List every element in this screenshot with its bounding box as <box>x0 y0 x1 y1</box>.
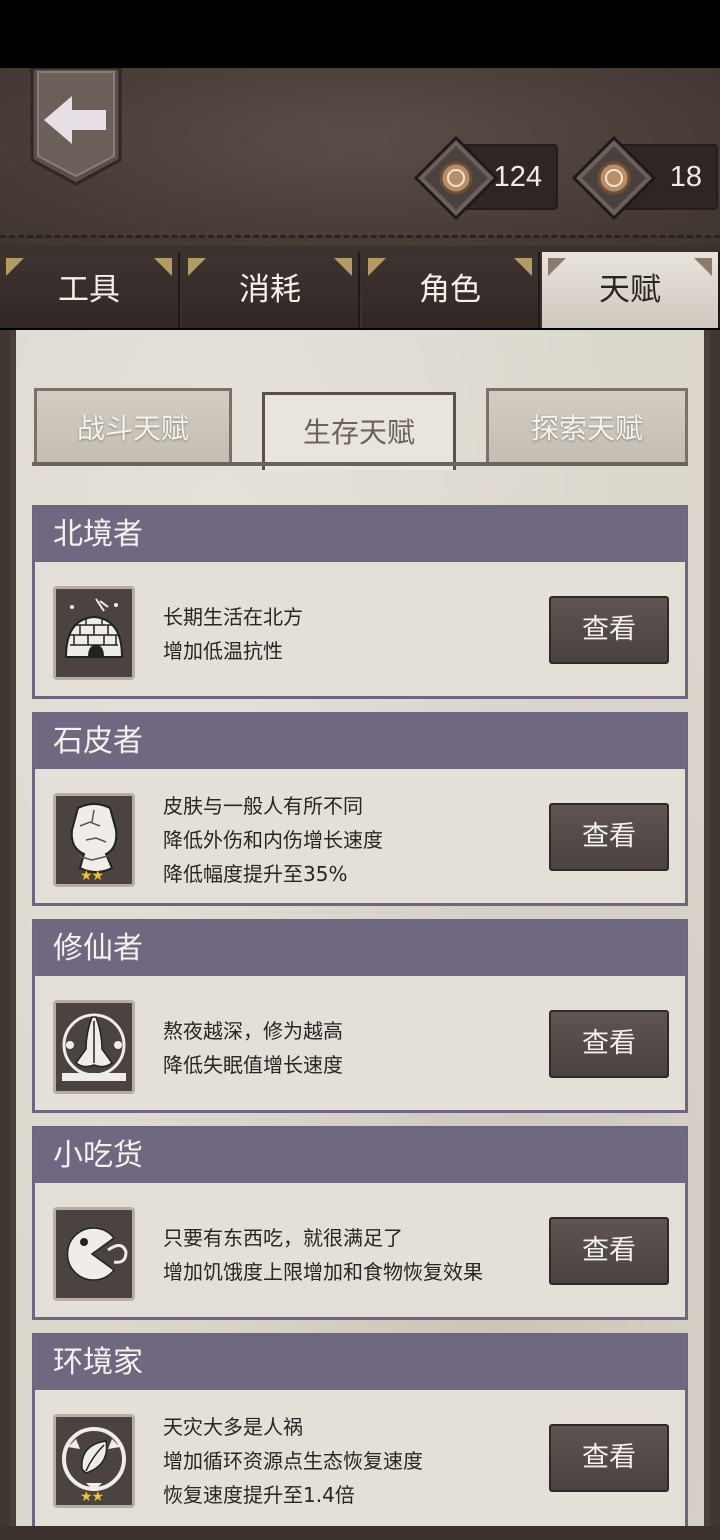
description-line: 降低外伤和内伤增长速度 <box>163 828 383 852</box>
view-button[interactable]: 查看 <box>549 803 669 871</box>
currency-counter: 18 <box>572 136 718 220</box>
talent-name: 北境者 <box>35 508 685 562</box>
subtab-exploration-talents[interactable]: 探索天赋 <box>486 388 688 464</box>
back-button[interactable] <box>30 66 122 186</box>
currency-value: 18 <box>669 161 702 193</box>
frame-right-edge <box>710 330 720 1540</box>
subtab-label: 战斗天赋 <box>76 412 189 445</box>
corner-ornament-icon <box>694 258 712 276</box>
tab-label: 天赋 <box>599 272 661 308</box>
subtab-divider <box>32 462 688 466</box>
talent-card: 小吃货 只要有东西吃，就很满足了 增加饥饿度上限增加和食物恢复效果 查看 <box>32 1126 688 1320</box>
view-button[interactable]: 查看 <box>549 1010 669 1078</box>
subtab-label: 生存天赋 <box>302 416 415 449</box>
tab-label: 角色 <box>419 272 481 308</box>
corner-ornament-icon <box>548 258 566 276</box>
tab-label: 工具 <box>58 272 120 308</box>
star-rating: ★★ <box>80 1489 104 1505</box>
description-line: 增加循环资源点生态恢复速度 <box>163 1449 423 1473</box>
talent-description: 天灾大多是人祸 增加循环资源点生态恢复速度 恢复速度提升至1.4倍 <box>163 1410 423 1512</box>
talent-card: 北境者 长期生活在北方 增加低温抗性 查看 <box>32 505 688 699</box>
talent-name: 环境家 <box>35 1336 685 1390</box>
coin-icon <box>572 136 656 220</box>
description-line: 降低失眠值增长速度 <box>163 1053 343 1077</box>
corner-ornament-icon <box>6 258 24 276</box>
tab-consumables[interactable]: 消耗 <box>182 252 360 328</box>
description-line: 长期生活在北方 <box>163 605 303 629</box>
rock-skin-icon: ★★ <box>53 793 135 887</box>
recycle-leaf-icon: ★★ <box>53 1414 135 1508</box>
corner-ornament-icon <box>514 258 532 276</box>
tab-talents[interactable]: 天赋 <box>542 252 720 328</box>
tab-label: 消耗 <box>239 272 301 308</box>
praying-hands-icon <box>53 1000 135 1094</box>
subtab-survival-talents[interactable]: 生存天赋 <box>262 392 456 470</box>
currency-value: 124 <box>493 161 542 193</box>
description-line: 皮肤与一般人有所不同 <box>163 794 363 818</box>
talent-description: 熬夜越深，修为越高 降低失眠值增长速度 <box>163 1014 343 1082</box>
frame-left-edge <box>0 330 10 1540</box>
description-line: 熬夜越深，修为越高 <box>163 1019 343 1043</box>
description-line: 增加低温抗性 <box>163 639 283 663</box>
talent-card: 石皮者 ★★ 皮肤与一般人有所不同 降低外伤和内伤增长速度 降低幅度提升至35%… <box>32 712 688 906</box>
corner-ornament-icon <box>334 258 352 276</box>
star-rating: ★★ <box>80 868 104 884</box>
bottom-frame <box>0 1526 720 1540</box>
subtab-label: 探索天赋 <box>530 412 643 445</box>
subtab-combat-talents[interactable]: 战斗天赋 <box>34 388 232 464</box>
back-arrow-icon <box>30 66 122 186</box>
corner-ornament-icon <box>188 258 206 276</box>
description-line: 只要有东西吃，就很满足了 <box>163 1226 403 1250</box>
corner-ornament-icon <box>368 258 386 276</box>
main-tab-bar: 工具 消耗 角色 天赋 <box>0 246 720 328</box>
description-line: 恢复速度提升至1.4倍 <box>163 1483 355 1507</box>
view-button[interactable]: 查看 <box>549 1424 669 1492</box>
description-line: 天灾大多是人祸 <box>163 1415 303 1439</box>
talent-name: 修仙者 <box>35 922 685 976</box>
tab-character[interactable]: 角色 <box>362 252 540 328</box>
talent-description: 皮肤与一般人有所不同 降低外伤和内伤增长速度 降低幅度提升至35% <box>163 789 383 891</box>
igloo-icon <box>53 586 135 680</box>
talent-description: 只要有东西吃，就很满足了 增加饥饿度上限增加和食物恢复效果 <box>163 1221 483 1289</box>
talent-description: 长期生活在北方 增加低温抗性 <box>163 600 303 668</box>
talent-card: 环境家 ★★ 天灾大多是人祸 增加循环资源点生态恢复速度 恢复速度提升至1.4倍… <box>32 1333 688 1533</box>
currency-counter: 124 <box>414 136 558 220</box>
pacman-icon <box>53 1207 135 1301</box>
talent-name: 石皮者 <box>35 715 685 769</box>
status-bar <box>0 0 720 68</box>
description-line: 降低幅度提升至35% <box>163 862 348 886</box>
view-button[interactable]: 查看 <box>549 1217 669 1285</box>
view-button[interactable]: 查看 <box>549 596 669 664</box>
talent-card: 修仙者 熬夜越深，修为越高 降低失眠值增长速度 查看 <box>32 919 688 1113</box>
tab-tools[interactable]: 工具 <box>0 252 180 328</box>
header: 124 18 <box>0 66 720 246</box>
talent-name: 小吃货 <box>35 1129 685 1183</box>
description-line: 增加饥饿度上限增加和食物恢复效果 <box>163 1260 483 1284</box>
corner-ornament-icon <box>154 258 172 276</box>
coin-icon <box>414 136 498 220</box>
